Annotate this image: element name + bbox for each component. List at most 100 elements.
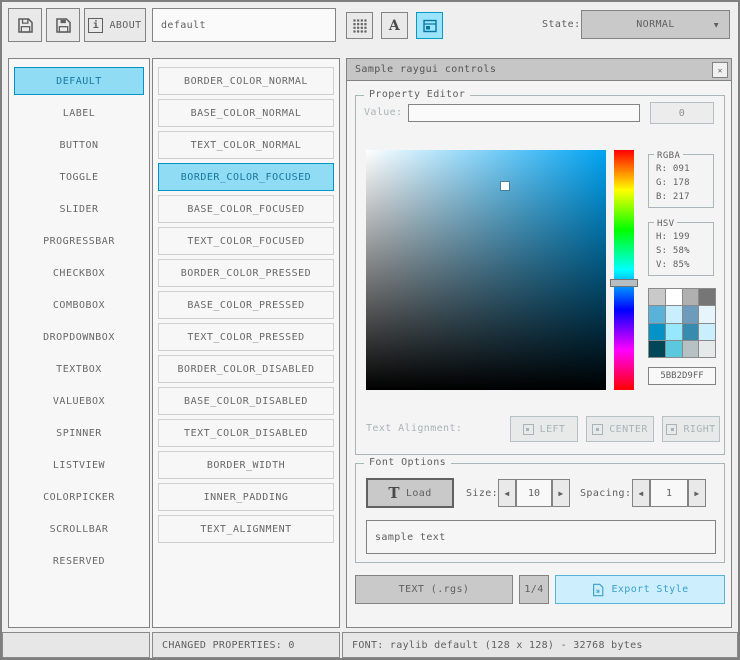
- sample-window-titlebar[interactable]: Sample raygui controls: [347, 59, 731, 81]
- color-swatch[interactable]: [699, 323, 715, 340]
- size-value: 10: [527, 487, 541, 499]
- controls-list-item[interactable]: SLIDER: [14, 195, 144, 223]
- color-swatch[interactable]: [665, 306, 682, 323]
- size-decrement-button[interactable]: ◀: [498, 479, 516, 507]
- font-options-group: Font Options T Load Size: ◀ 10 ▶ Spacing…: [355, 457, 725, 563]
- font-load-button[interactable]: T Load: [366, 478, 454, 508]
- properties-list-item-label: TEXT_ALIGNMENT: [200, 523, 292, 535]
- spacing-increment-button[interactable]: ▶: [688, 479, 706, 507]
- value-aux-button[interactable]: 0: [650, 102, 714, 124]
- about-button[interactable]: i ABOUT: [84, 8, 146, 42]
- controls-list-item[interactable]: TEXTBOX: [14, 355, 144, 383]
- load-style-button[interactable]: [8, 8, 42, 42]
- controls-list-item[interactable]: TOGGLE: [14, 163, 144, 191]
- saturation-value-panel[interactable]: [366, 150, 606, 390]
- color-swatch[interactable]: [649, 306, 665, 323]
- properties-list-item[interactable]: TEXT_ALIGNMENT: [158, 515, 334, 543]
- rguistyler-app: i ABOUT A State: NORMAL ▼: [0, 0, 740, 660]
- state-dropdown[interactable]: NORMAL ▼: [581, 10, 730, 39]
- sample-text-input[interactable]: [366, 520, 716, 554]
- properties-list-item[interactable]: BASE_COLOR_FOCUSED: [158, 195, 334, 223]
- controls-list-item-label: DROPDOWNBOX: [43, 331, 115, 343]
- properties-list-item[interactable]: TEXT_COLOR_FOCUSED: [158, 227, 334, 255]
- controls-list-item[interactable]: SCROLLBAR: [14, 515, 144, 543]
- spacing-value: 1: [665, 487, 673, 499]
- controls-list-item-label: DEFAULT: [56, 75, 102, 87]
- properties-list-item[interactable]: TEXT_COLOR_NORMAL: [158, 131, 334, 159]
- controls-list-item[interactable]: LABEL: [14, 99, 144, 127]
- properties-list-item-label: TEXT_COLOR_PRESSED: [187, 331, 305, 343]
- spacing-value-box[interactable]: 1: [650, 479, 688, 507]
- color-swatch[interactable]: [699, 306, 715, 323]
- color-swatch[interactable]: [699, 289, 715, 306]
- controls-list-item[interactable]: COMBOBOX: [14, 291, 144, 319]
- style-edit-mode-button[interactable]: [416, 12, 443, 39]
- color-swatch[interactable]: [665, 323, 682, 340]
- properties-list-item[interactable]: TEXT_COLOR_DISABLED: [158, 419, 334, 447]
- properties-list-item[interactable]: BASE_COLOR_DISABLED: [158, 387, 334, 415]
- value-input[interactable]: [408, 104, 640, 122]
- color-picker-marker[interactable]: [501, 182, 510, 190]
- align-center-button[interactable]: CENTER: [586, 416, 654, 442]
- controls-list-item[interactable]: PROGRESSBAR: [14, 227, 144, 255]
- export-style-button[interactable]: Export Style: [555, 575, 725, 604]
- color-swatch[interactable]: [682, 289, 699, 306]
- align-right-button[interactable]: RIGHT: [662, 416, 720, 442]
- align-center-label: CENTER: [609, 423, 648, 435]
- hue-slider-handle[interactable]: [610, 278, 638, 287]
- value-label: Value:: [364, 107, 403, 118]
- export-format-label: TEXT (.rgs): [398, 584, 470, 595]
- color-swatch[interactable]: [649, 289, 665, 306]
- color-swatch[interactable]: [649, 340, 665, 357]
- controls-list-item[interactable]: DROPDOWNBOX: [14, 323, 144, 351]
- font-view-button[interactable]: A: [381, 12, 408, 39]
- spacing-decrement-button[interactable]: ◀: [632, 479, 650, 507]
- color-swatch[interactable]: [682, 323, 699, 340]
- controls-list-item[interactable]: BUTTON: [14, 131, 144, 159]
- controls-list-item[interactable]: SPINNER: [14, 419, 144, 447]
- color-swatch[interactable]: [682, 306, 699, 323]
- hue-bar[interactable]: [610, 150, 638, 390]
- controls-list-item[interactable]: VALUEBOX: [14, 387, 144, 415]
- controls-list-item[interactable]: RESERVED: [14, 547, 144, 575]
- info-icon: i: [88, 17, 104, 33]
- controls-list-item[interactable]: CHECKBOX: [14, 259, 144, 287]
- properties-list-item[interactable]: BORDER_COLOR_PRESSED: [158, 259, 334, 287]
- properties-list-item[interactable]: BORDER_COLOR_FOCUSED: [158, 163, 334, 191]
- grid-view-button[interactable]: [346, 12, 373, 39]
- align-right-icon: [666, 423, 678, 435]
- hex-color-input[interactable]: 5BB2D9FF: [648, 367, 716, 385]
- properties-list-item[interactable]: BORDER_WIDTH: [158, 451, 334, 479]
- controls-list-item[interactable]: COLORPICKER: [14, 483, 144, 511]
- color-swatch[interactable]: [649, 323, 665, 340]
- properties-list-item[interactable]: BORDER_COLOR_NORMAL: [158, 67, 334, 95]
- controls-list-item[interactable]: DEFAULT: [14, 67, 144, 95]
- window-close-button[interactable]: ✕: [712, 62, 728, 78]
- controls-list-item-label: COMBOBOX: [52, 299, 106, 311]
- size-increment-button[interactable]: ▶: [552, 479, 570, 507]
- color-swatch[interactable]: [682, 340, 699, 357]
- properties-list-item[interactable]: INNER_PADDING: [158, 483, 334, 511]
- controls-list-item[interactable]: LISTVIEW: [14, 451, 144, 479]
- properties-list-item-label: BASE_COLOR_FOCUSED: [187, 203, 305, 215]
- properties-list-item-label: BORDER_COLOR_FOCUSED: [180, 171, 312, 183]
- hsv-h-value: H: 199: [656, 232, 690, 242]
- size-value-box[interactable]: 10: [516, 479, 552, 507]
- properties-list-item[interactable]: BORDER_COLOR_DISABLED: [158, 355, 334, 383]
- export-page-button[interactable]: 1/4: [519, 575, 549, 604]
- properties-list-item[interactable]: BASE_COLOR_NORMAL: [158, 99, 334, 127]
- properties-list-item[interactable]: TEXT_COLOR_PRESSED: [158, 323, 334, 351]
- style-name-input[interactable]: [152, 8, 336, 42]
- export-format-button[interactable]: TEXT (.rgs): [355, 575, 513, 604]
- align-left-button[interactable]: LEFT: [510, 416, 578, 442]
- properties-list-item[interactable]: BASE_COLOR_PRESSED: [158, 291, 334, 319]
- rgba-r-value: R: 091: [656, 164, 690, 174]
- color-swatch[interactable]: [665, 340, 682, 357]
- controls-list-item-label: SLIDER: [59, 203, 99, 215]
- save-style-button[interactable]: [46, 8, 80, 42]
- arrow-right-icon: ▶: [694, 488, 700, 498]
- color-swatch[interactable]: [699, 340, 715, 357]
- color-swatch[interactable]: [665, 289, 682, 306]
- export-page-label: 1/4: [524, 584, 544, 595]
- controls-list-item-label: LABEL: [62, 107, 96, 119]
